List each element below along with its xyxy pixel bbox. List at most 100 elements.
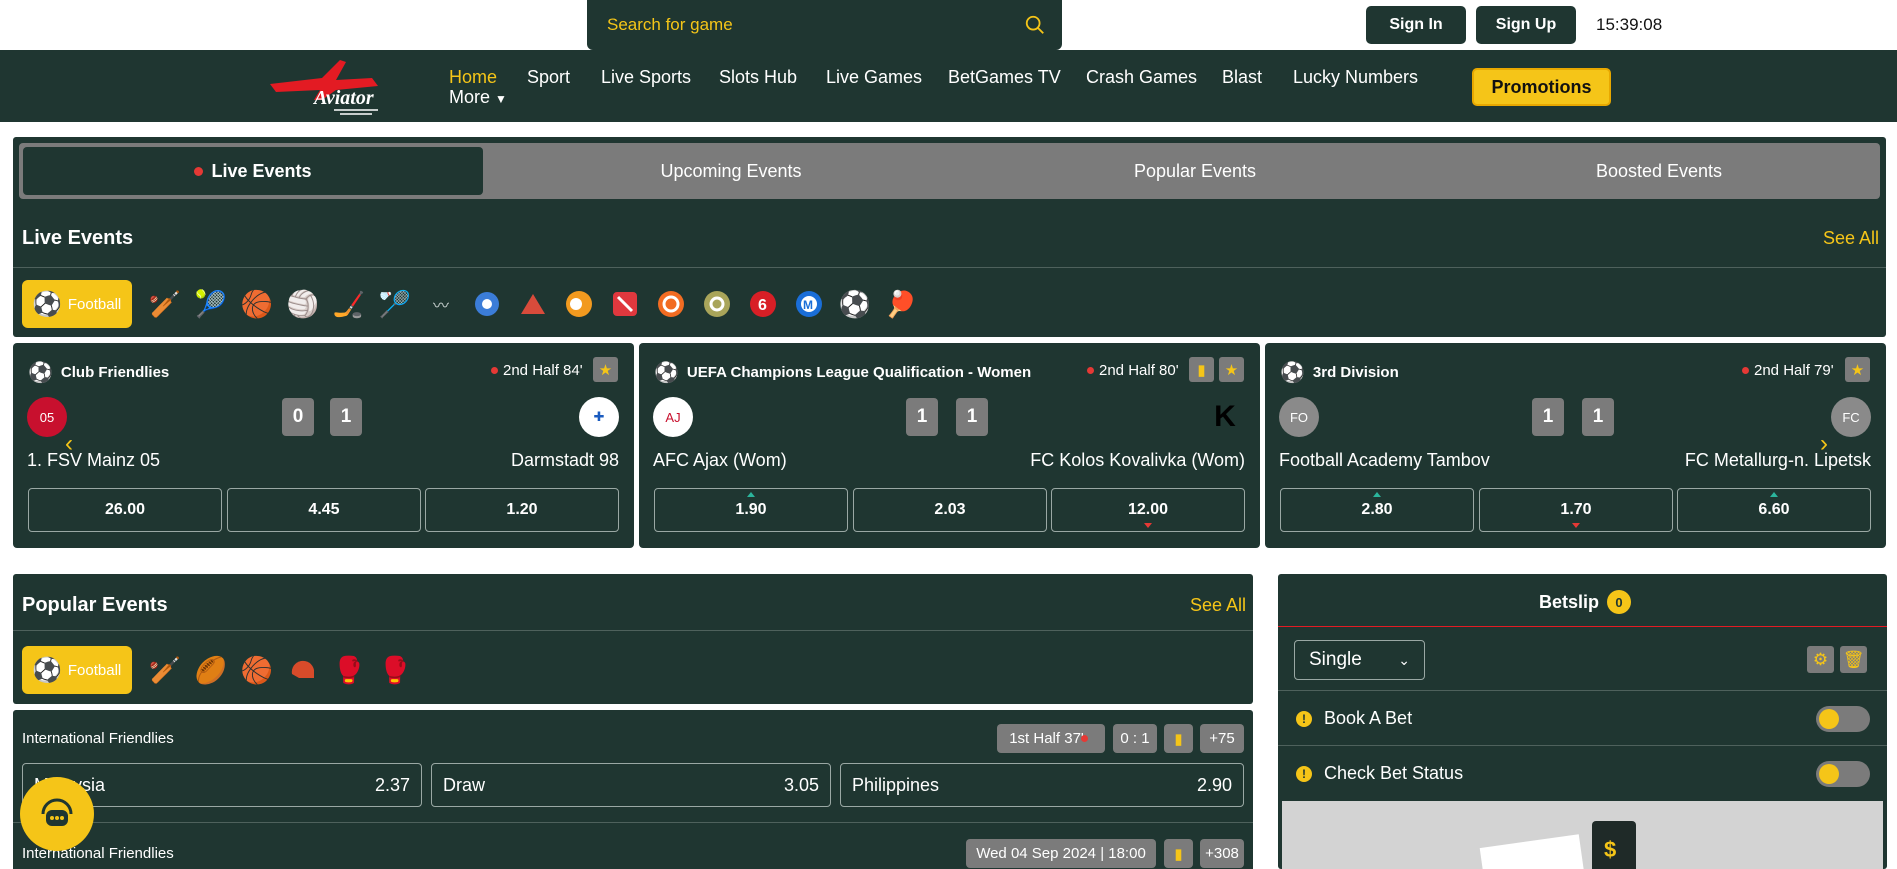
nav-live-games[interactable]: Live Games [826,67,922,88]
divider [1278,626,1887,627]
handball-icon[interactable] [464,280,510,328]
stats-icon[interactable]: ▮ [1164,839,1193,868]
odds-up-icon [1373,492,1381,497]
status-label: 2nd Half 84' [503,362,583,379]
table-tennis-icon[interactable]: 🏓 [878,280,924,328]
divider [1278,690,1887,691]
top-bar: Sign In Sign Up 15:39:08 [0,0,1897,50]
popular-see-all-link[interactable]: See All [1190,595,1246,616]
more-markets-button[interactable]: +75 [1200,724,1244,753]
stats-icon[interactable]: ▮ [1164,724,1193,753]
book-a-bet-toggle[interactable] [1816,706,1870,732]
overwatch-icon[interactable] [648,280,694,328]
promotions-button[interactable]: Promotions [1472,68,1611,106]
esports-icon[interactable]: 〰 [418,280,464,328]
odd-home[interactable]: 1.90 [654,488,848,532]
odd-home[interactable]: 2.80 [1280,488,1474,532]
favorite-star-icon[interactable]: ★ [593,357,618,382]
nav-betgames-tv[interactable]: BetGames TV [948,67,1061,88]
sign-in-button[interactable]: Sign In [1366,6,1466,44]
sport-chip-football[interactable]: ⚽ Football [22,280,132,328]
sign-up-button[interactable]: Sign Up [1476,6,1576,44]
odd-away[interactable]: 12.00 [1051,488,1245,532]
tab-live-events[interactable]: Live Events [23,147,483,195]
stats-icon[interactable]: ▮ [1189,357,1214,382]
nav-lucky-numbers[interactable]: Lucky Numbers [1293,67,1418,88]
match-league: ⚽ 3rd Division [1280,360,1399,385]
basketball-icon[interactable]: 🏀 [234,646,280,694]
aviator-logo[interactable]: Aviator [262,56,388,120]
check-bet-status-toggle[interactable] [1816,761,1870,787]
nav-crash-games[interactable]: Crash Games [1086,67,1197,88]
nav-blast[interactable]: Blast [1222,67,1262,88]
league-shape: M [796,291,822,317]
more-markets-button[interactable]: +308 [1200,839,1244,868]
league-name: UEFA Champions League Qualification - Wo… [686,364,1032,381]
league-icon[interactable]: M [786,280,832,328]
outcome-away[interactable]: Philippines 2.90 [840,763,1244,807]
svg-text:Aviator: Aviator [312,87,374,109]
info-icon: ! [1296,710,1312,727]
tab-boosted-events[interactable]: Boosted Events [1429,147,1889,195]
cricket-icon[interactable]: 🏏 [142,646,188,694]
efootball-icon[interactable]: ⚽ [832,280,878,328]
dota-icon[interactable] [602,280,648,328]
tennis-icon[interactable]: 🎾 [188,280,234,328]
carousel-prev-icon[interactable]: ‹ [65,430,73,458]
outcome-draw[interactable]: Draw 3.05 [431,763,831,807]
sport-chip-football[interactable]: ⚽ Football [22,646,132,694]
headset-chat-icon [41,798,73,826]
live-events-title: Live Events [22,227,134,249]
live-dot-icon [1080,735,1088,742]
popular-events-title: Popular Events [22,594,168,616]
live-see-all-link[interactable]: See All [1823,228,1879,249]
mma-icon[interactable]: 🥊 [372,646,418,694]
tab-popular-events[interactable]: Popular Events [965,147,1425,195]
cs-icon[interactable] [556,280,602,328]
events-panel: Live Events Upcoming Events Popular Even… [13,137,1886,337]
search-icon[interactable] [1024,14,1046,36]
nav-home[interactable]: Home [449,67,497,88]
live-chat-button[interactable] [20,777,94,851]
ice-hockey-icon[interactable]: 🏒 [326,280,372,328]
favorite-star-icon[interactable]: ★ [1845,357,1870,382]
nav-slots-hub[interactable]: Slots Hub [719,67,797,88]
cricket-icon[interactable]: 🏏 [142,280,188,328]
match-card[interactable]: ⚽ UEFA Champions League Qualification - W… [639,343,1260,548]
popular-match-row: International Friendlies 1st Half 37' 0 … [13,710,1253,822]
odd-away[interactable]: 6.60 [1677,488,1871,532]
nav-more[interactable]: More ▼ [449,87,507,108]
odd-home[interactable]: 26.00 [28,488,222,532]
trash-icon[interactable]: 🗑 [1840,646,1867,673]
match-card[interactable]: ⚽ Club Friendlies 2nd Half 84' ★ 05 0 1 ✚… [13,343,634,548]
basketball-icon[interactable]: 🏀 [234,280,280,328]
match-status: 2nd Half 79' [1742,362,1834,379]
popular-match-row: International Friendlies Wed 04 Sep 2024… [13,823,1253,869]
bet-type-select[interactable]: Single ⌄ [1294,640,1425,680]
status-label: 1st Half 37' [1009,730,1084,747]
odd-away[interactable]: 1.20 [425,488,619,532]
tab-upcoming-events[interactable]: Upcoming Events [501,147,961,195]
home-team-logo: FO [1279,397,1319,437]
nav-sport[interactable]: Sport [527,67,570,88]
gear-icon[interactable]: ⚙ [1807,646,1834,673]
odd-draw[interactable]: 2.03 [853,488,1047,532]
boxing-icon[interactable]: 🥊 [326,646,372,694]
nav-live-sports[interactable]: Live Sports [601,67,691,88]
valorant-icon[interactable] [694,280,740,328]
odd-value: 6.60 [1758,501,1790,518]
search-input[interactable] [607,13,1007,37]
rugby-icon[interactable]: 🏉 [188,646,234,694]
match-card[interactable]: ⚽ 3rd Division 2nd Half 79' ★ FO 1 1 FC F… [1265,343,1886,548]
rainbow-six-icon[interactable]: 6 [740,280,786,328]
badminton-icon[interactable]: 🏸 [372,280,418,328]
snooker-icon[interactable] [510,280,556,328]
american-football-icon[interactable] [280,646,326,694]
odd-draw[interactable]: 1.70 [1479,488,1673,532]
match-league: International Friendlies [22,730,174,747]
volleyball-icon[interactable]: 🏐 [280,280,326,328]
betslip-empty-illustration: $ [1282,801,1883,869]
favorite-star-icon[interactable]: ★ [1219,357,1244,382]
carousel-next-icon[interactable]: › [1820,430,1828,458]
odd-draw[interactable]: 4.45 [227,488,421,532]
